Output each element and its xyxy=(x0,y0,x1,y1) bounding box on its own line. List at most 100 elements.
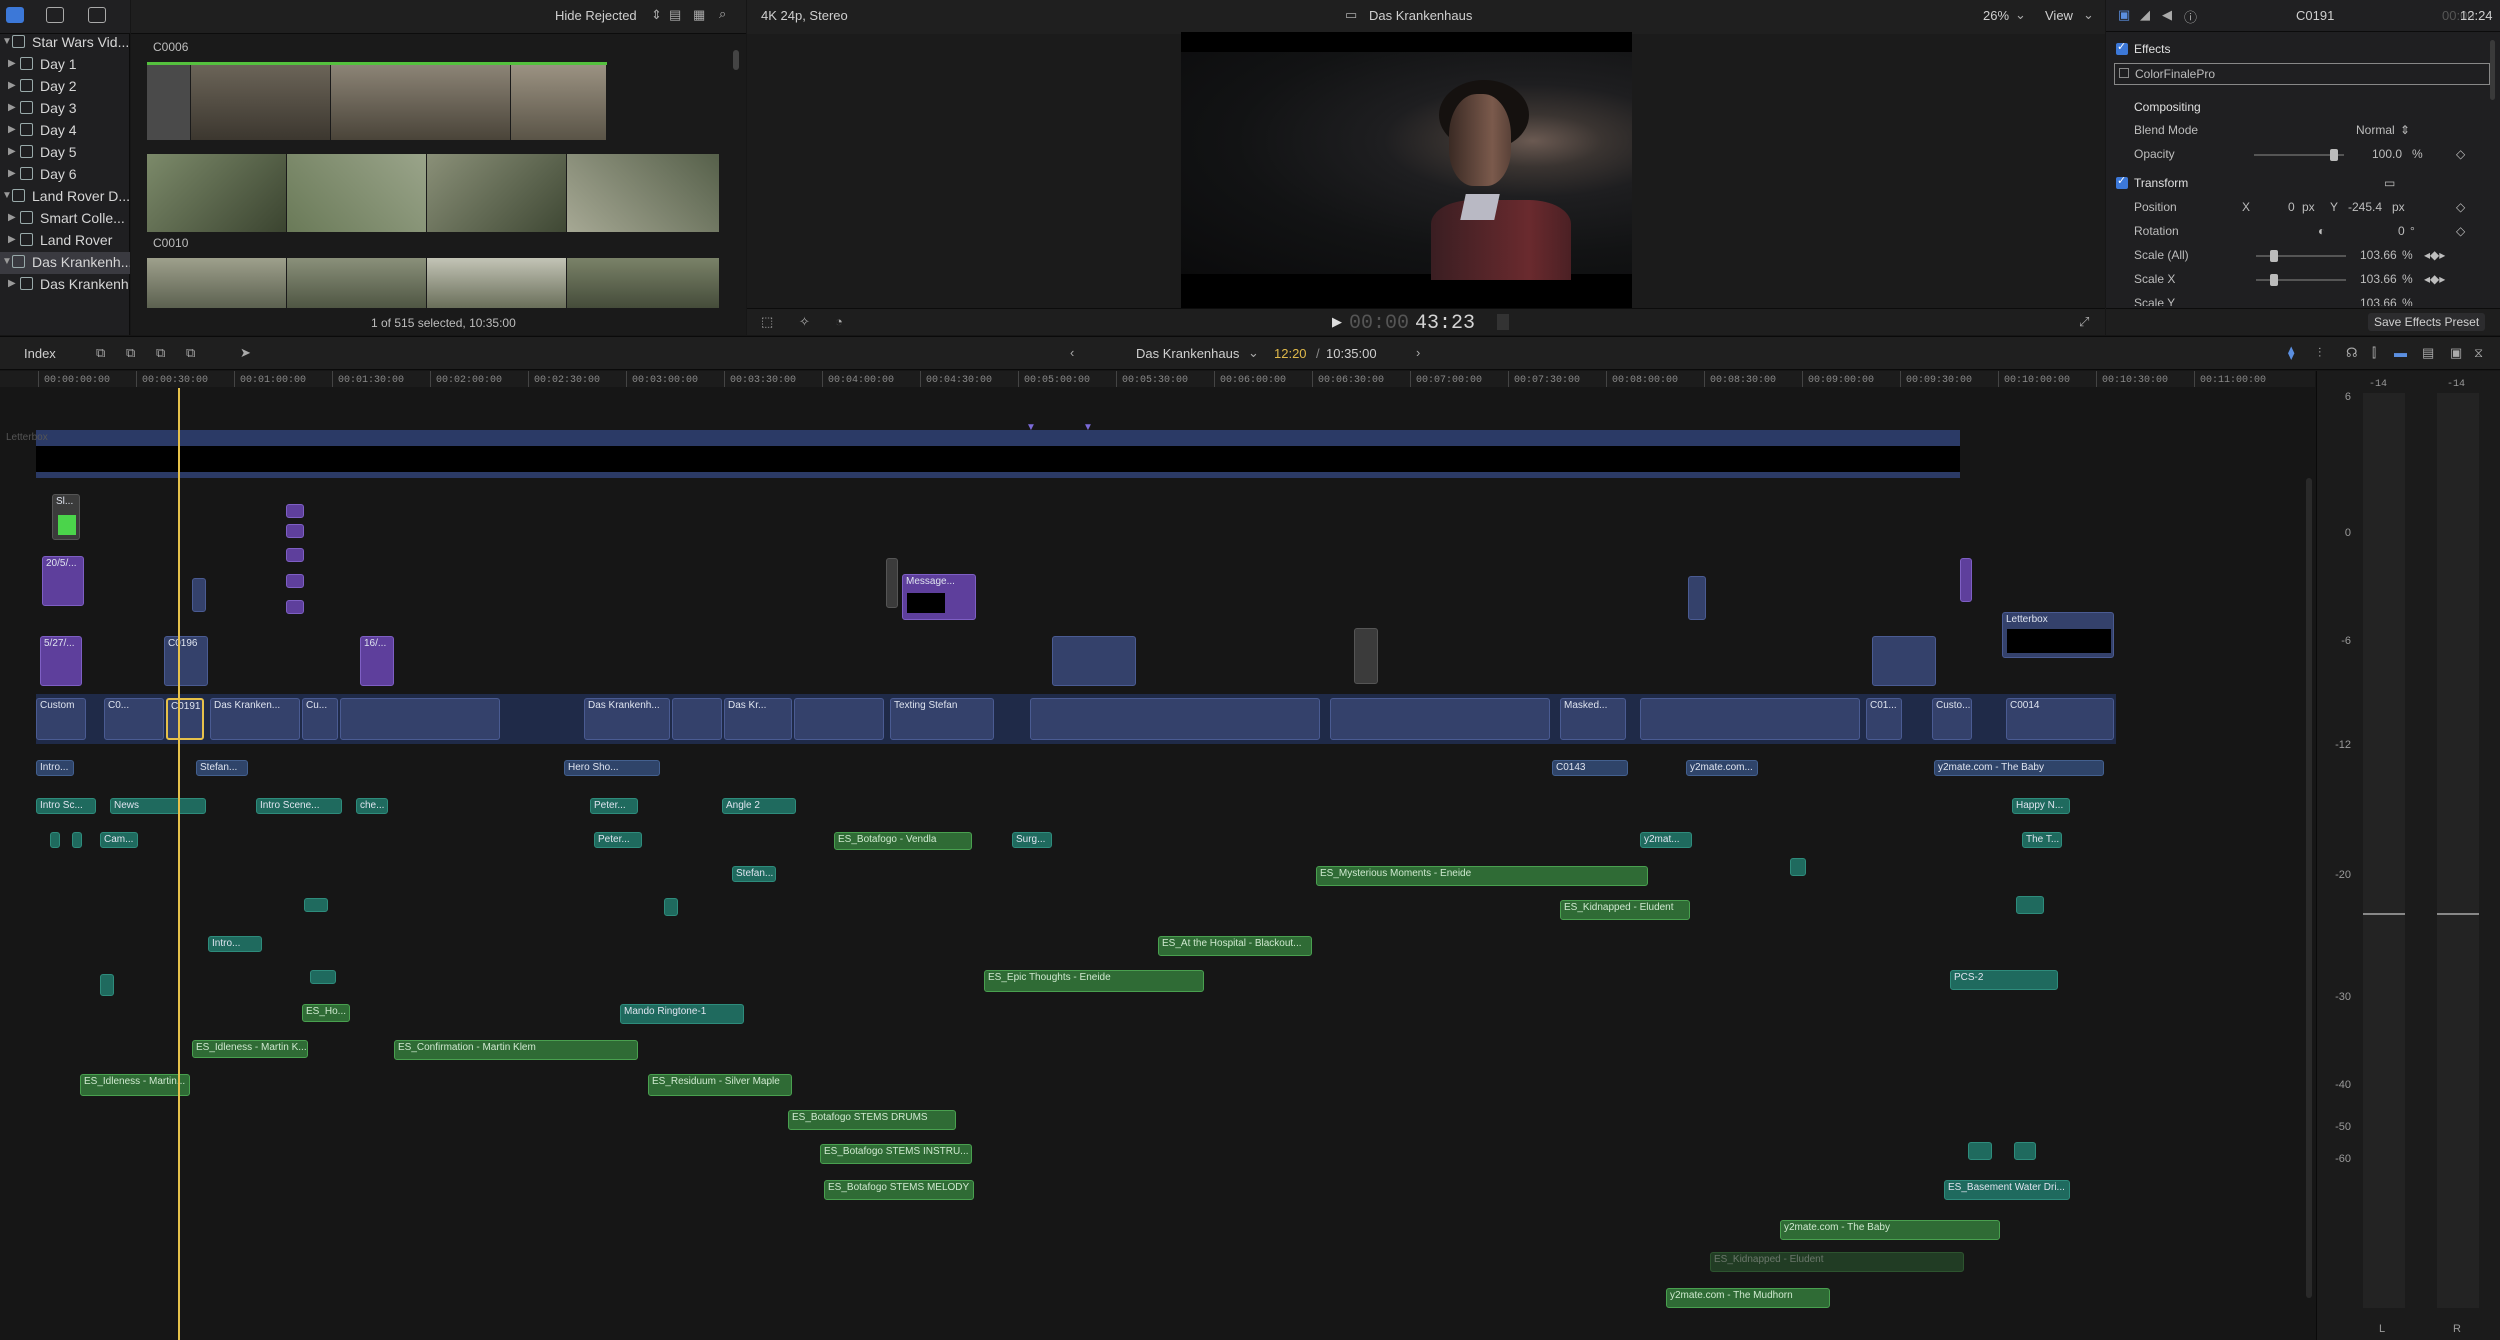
title-clip[interactable] xyxy=(286,600,304,614)
filter-popup[interactable]: Hide Rejected xyxy=(555,8,637,23)
title-clip[interactable]: 20/5/... xyxy=(42,556,84,606)
music-clip[interactable]: y2mate.com - The Baby xyxy=(1780,1220,2000,1240)
connect-clip-icon[interactable]: ⧉ xyxy=(96,345,105,361)
music-clip[interactable]: ES_Confirmation - Martin Klem xyxy=(394,1040,638,1060)
event-item-day-1[interactable]: ▶ Day 1 xyxy=(0,54,130,76)
library-item-das-krankenhaus[interactable]: ▼ Das Krankenh... xyxy=(0,252,130,274)
keyframe-icon[interactable]: ◇ xyxy=(2456,200,2465,214)
music-clip[interactable]: y2mate.com - The Mudhorn xyxy=(1666,1288,1830,1308)
music-clip[interactable]: ES_Botafogo STEMS DRUMS xyxy=(788,1110,956,1130)
audio-clip[interactable]: y2mat... xyxy=(1640,832,1692,848)
video-clip[interactable] xyxy=(1688,576,1706,620)
audio-clip[interactable] xyxy=(2014,1142,2036,1160)
letterbox-clip[interactable]: Letterbox xyxy=(2002,612,2114,658)
index-button[interactable]: Index xyxy=(24,346,56,361)
music-clip[interactable]: ES_Botafogo STEMS MELODY xyxy=(824,1180,974,1200)
music-clip[interactable]: ES_Idleness - Martin K... xyxy=(192,1040,308,1058)
filmstrip-view-icon[interactable]: ▤ xyxy=(669,7,681,23)
video-clip[interactable]: Custom xyxy=(36,698,86,740)
audio-clip[interactable]: News xyxy=(110,798,206,814)
blend-mode-popup[interactable]: Normal xyxy=(2356,123,2395,137)
generator-clip[interactable] xyxy=(1354,628,1378,684)
search-icon[interactable]: ⌕ xyxy=(719,6,726,22)
effect-checkbox[interactable] xyxy=(2119,68,2129,78)
scale-x-value[interactable]: 103.66 xyxy=(2360,272,2397,286)
position-x-value[interactable]: 0 xyxy=(2288,200,2295,214)
audio-clip[interactable]: PCS-2 xyxy=(1950,970,2058,990)
inspector-scrollbar[interactable] xyxy=(2490,40,2495,100)
connected-clip[interactable]: y2mate.com - The Baby xyxy=(1934,760,2104,776)
disclosure-triangle-icon[interactable]: ▶ xyxy=(8,278,16,289)
title-clip[interactable] xyxy=(286,524,304,538)
disclosure-triangle-icon[interactable]: ▶ xyxy=(8,58,16,69)
project-name-popup[interactable]: Das Krankenhaus xyxy=(1136,346,1239,361)
solo-headphones-icon[interactable]: ☊ xyxy=(2346,345,2358,361)
disclosure-triangle-icon[interactable]: ▼ xyxy=(2,36,12,47)
rotation-dial-icon[interactable]: ◐ xyxy=(2318,224,2325,238)
disclosure-triangle-icon[interactable]: ▶ xyxy=(8,80,16,91)
video-clip[interactable]: Masked... xyxy=(1560,698,1626,740)
event-item-das-krankenhaus[interactable]: ▶ Das Krankenh... xyxy=(0,274,130,296)
video-clip[interactable] xyxy=(672,698,722,740)
opacity-value[interactable]: 100.0 xyxy=(2372,147,2402,161)
disclosure-triangle-icon[interactable]: ▼ xyxy=(2,190,12,201)
audio-clip[interactable]: Surg... xyxy=(1012,832,1052,848)
music-clip[interactable]: ES_Mysterious Moments - Eneide xyxy=(1316,866,1648,886)
color-inspector-icon[interactable]: ◢ xyxy=(2140,7,2150,23)
marker-icon[interactable]: ▼ xyxy=(1083,422,1093,433)
audio-clip[interactable] xyxy=(50,832,60,848)
connected-clip[interactable]: Intro... xyxy=(36,760,74,776)
keyframe-icon[interactable]: ◇ xyxy=(2456,224,2465,238)
audio-clip[interactable] xyxy=(100,974,114,996)
clip-appearance-icon[interactable]: ▬ xyxy=(2394,345,2407,360)
audio-clip[interactable] xyxy=(664,898,678,916)
music-clip[interactable]: ES_Idleness - Martin... xyxy=(80,1074,190,1096)
video-clip[interactable]: C01... xyxy=(1866,698,1902,740)
audio-clip[interactable]: Peter... xyxy=(594,832,642,848)
title-clip[interactable]: 16/... xyxy=(360,636,394,686)
snapping-icon[interactable]: ⫿ xyxy=(2372,345,2376,361)
video-clip[interactable] xyxy=(1872,636,1936,686)
video-clip[interactable]: C0... xyxy=(104,698,164,740)
transitions-browser-icon[interactable]: ⧖ xyxy=(2474,345,2483,361)
select-tool-icon[interactable]: ➤ xyxy=(240,345,251,361)
video-clip[interactable]: Das Kranken... xyxy=(210,698,300,740)
video-clip[interactable]: C0014 xyxy=(2006,698,2114,740)
history-forward-icon[interactable]: › xyxy=(1416,345,1420,360)
video-clip[interactable] xyxy=(340,698,500,740)
clip-filmstrip[interactable] xyxy=(147,154,720,232)
transform-section[interactable]: Transform ▭ xyxy=(2106,172,2500,195)
library-item-land-rover[interactable]: ▼ Land Rover D... xyxy=(0,186,130,208)
generator-clip[interactable]: Sl... xyxy=(52,494,80,540)
disclosure-triangle-icon[interactable]: ▶ xyxy=(8,212,16,223)
video-clip[interactable] xyxy=(1330,698,1550,740)
info-inspector-icon[interactable]: ⓘ xyxy=(2184,7,2197,26)
clip-filmstrip[interactable] xyxy=(147,258,720,308)
music-clip[interactable]: ES_Botafogo - Vendla xyxy=(834,832,972,850)
onscreen-controls-icon[interactable]: ▭ xyxy=(2384,176,2395,190)
video-clip[interactable]: Texting Stefan xyxy=(890,698,994,740)
music-clip[interactable]: ES_Epic Thoughts - Eneide xyxy=(984,970,1204,992)
playhead[interactable] xyxy=(178,388,180,1340)
event-item-day-3[interactable]: ▶ Day 3 xyxy=(0,98,130,120)
audio-clip[interactable]: ES_Basement Water Dri... xyxy=(1944,1180,2070,1200)
disclosure-triangle-icon[interactable]: ▼ xyxy=(2,256,12,267)
library-item-star-wars[interactable]: ▼ Star Wars Vid... xyxy=(0,32,130,54)
audio-clip[interactable]: Mando Ringtone-1 xyxy=(620,1004,744,1024)
skimming-icon[interactable]: ⧫ xyxy=(2288,345,2294,361)
enhance-wand-icon[interactable]: ✧ xyxy=(799,314,810,330)
audio-skimming-icon[interactable]: ⫶ xyxy=(2318,345,2321,361)
disclosure-triangle-icon[interactable]: ▶ xyxy=(8,124,16,135)
libraries-icon[interactable] xyxy=(6,7,24,23)
generator-clip[interactable] xyxy=(886,558,898,608)
video-clip[interactable] xyxy=(794,698,884,740)
clip-filmstrip[interactable] xyxy=(147,62,607,140)
opacity-slider-knob[interactable] xyxy=(2330,149,2338,161)
effects-checkbox[interactable] xyxy=(2116,40,2128,55)
scale-all-slider-knob[interactable] xyxy=(2270,250,2278,262)
audio-clip[interactable]: Intro Sc... xyxy=(36,798,96,814)
video-clip[interactable]: Custo... xyxy=(1932,698,1972,740)
transform-checkbox[interactable] xyxy=(2116,174,2128,189)
title-clip[interactable] xyxy=(286,574,304,588)
music-clip[interactable]: ES_Ho... xyxy=(302,1004,350,1022)
